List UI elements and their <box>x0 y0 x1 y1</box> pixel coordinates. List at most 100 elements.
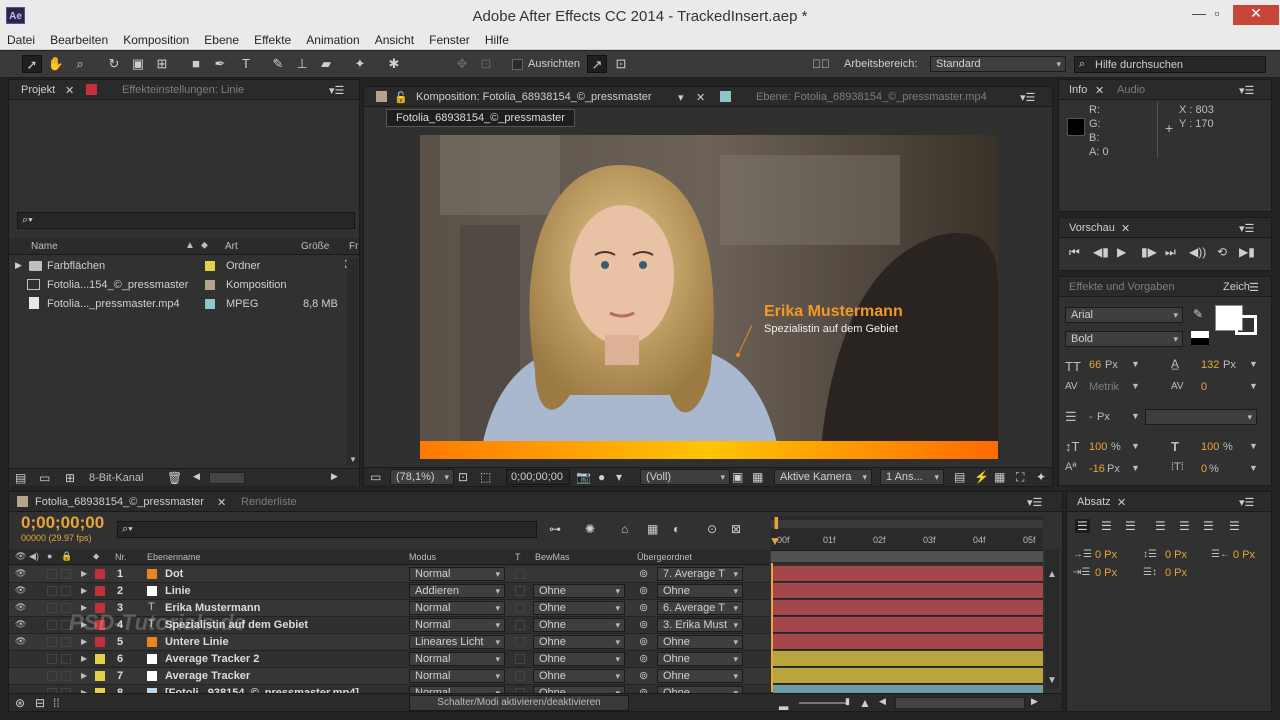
chevron-down-icon[interactable]: ▼ <box>1249 381 1258 391</box>
column-t[interactable]: T <box>515 552 521 562</box>
hand-tool-icon[interactable]: ✋ <box>46 55 66 73</box>
close-icon[interactable]: ✕ <box>1121 222 1130 235</box>
expand-arrow-icon[interactable]: ▶ <box>81 586 87 595</box>
solo-checkbox[interactable] <box>47 569 57 579</box>
region-of-interest-icon[interactable]: ▣ <box>732 470 743 484</box>
tsume-value[interactable]: 0 <box>1201 463 1207 475</box>
interpret-footage-icon[interactable]: ▤ <box>15 471 26 485</box>
layer-duration-bar[interactable] <box>773 634 1043 650</box>
expand-arrow-icon[interactable]: ▶ <box>81 654 87 663</box>
snap-bounds-icon[interactable]: ⊡ <box>611 55 631 73</box>
tab-project[interactable]: Projekt <box>21 84 55 96</box>
timeline-search-input[interactable]: ⌕▾ <box>117 521 537 538</box>
column-nr[interactable]: Nr. <box>115 552 127 562</box>
scroll-down-icon[interactable]: ▼ <box>349 455 357 464</box>
playhead-icon[interactable]: ▼ <box>769 534 781 548</box>
lock-icon[interactable]: 🔒 <box>61 551 72 562</box>
snap-icon[interactable]: ↗ <box>587 55 607 73</box>
transparency-grid-icon[interactable]: ▦ <box>752 470 763 484</box>
timeline-icon[interactable]: ▦ <box>994 470 1005 484</box>
panel-menu-icon[interactable]: ▾☰ <box>1020 91 1035 104</box>
justify-center-icon[interactable]: ☰ <box>1179 519 1190 533</box>
play-icon[interactable]: ▶ <box>1117 245 1126 259</box>
breadcrumb[interactable]: Fotolia_68938154_©_pressmaster <box>386 109 575 127</box>
blend-mode-dropdown[interactable]: Lineares Licht <box>409 635 505 649</box>
label-swatch[interactable] <box>95 637 105 647</box>
tab-info[interactable]: Info <box>1069 84 1087 96</box>
preserve-transparency-checkbox[interactable] <box>515 654 525 664</box>
layer-name[interactable]: Dot <box>165 568 183 580</box>
track-matte-dropdown[interactable]: Ohne <box>533 618 625 632</box>
tab-render-queue[interactable]: Renderliste <box>241 496 297 508</box>
tracking-value[interactable]: 0 <box>1201 381 1207 393</box>
pick-whip-icon[interactable]: ⊚ <box>639 567 648 580</box>
tab-character[interactable]: Zeich <box>1223 281 1250 293</box>
close-icon[interactable]: ✕ <box>65 84 74 97</box>
timeline-vertical-scrollbar[interactable]: ▲ ▼ <box>1045 549 1059 689</box>
tab-audio[interactable]: Audio <box>1117 84 1145 96</box>
always-preview-icon[interactable]: ▭ <box>370 470 381 484</box>
font-family-dropdown[interactable]: Arial <box>1065 307 1183 323</box>
tab-composition[interactable]: Komposition: Fotolia_68938154_©_pressmas… <box>416 91 652 103</box>
align-left-icon[interactable]: ☰ <box>1075 519 1090 533</box>
color-channel-icon[interactable]: ▾ <box>616 470 622 484</box>
parent-dropdown[interactable]: Ohne <box>657 635 743 649</box>
solo-checkbox[interactable] <box>47 586 57 596</box>
maximize-button[interactable]: ▫ <box>1202 5 1232 25</box>
loop-icon[interactable]: ⟲ <box>1217 245 1227 259</box>
chevron-down-icon[interactable]: ▼ <box>1249 441 1258 451</box>
pick-whip-icon[interactable]: ⊚ <box>639 601 648 614</box>
timeline-horizontal-scrollbar[interactable] <box>895 697 1025 709</box>
scroll-up-icon[interactable]: ▲ <box>1047 569 1057 580</box>
font-style-dropdown[interactable]: Bold <box>1065 331 1183 347</box>
column-mode[interactable]: Modus <box>409 552 436 562</box>
zoom-dropdown[interactable]: (78,1%) <box>390 469 454 485</box>
horizontal-scrollbar[interactable] <box>209 472 245 484</box>
frame-blending-icon[interactable]: ▦ <box>647 522 658 536</box>
ram-preview-icon[interactable]: ▶▮ <box>1239 245 1255 259</box>
solo-checkbox[interactable] <box>47 620 57 630</box>
expand-arrow-icon[interactable]: ▶ <box>15 260 22 271</box>
help-search-input[interactable]: ⌕ Hilfe durchsuchen <box>1074 56 1266 73</box>
chevron-down-icon[interactable]: ▼ <box>1249 359 1258 369</box>
resolution-dropdown[interactable]: (Voll) <box>640 469 730 485</box>
zoom-tool-icon[interactable]: ⌕ <box>70 55 90 73</box>
rectangle-tool-icon[interactable]: ■ <box>186 55 206 73</box>
visibility-icon[interactable]: 👁 <box>15 602 26 613</box>
fast-previews-icon[interactable]: ⚡ <box>974 470 989 484</box>
current-timecode[interactable]: 0;00;00;00 <box>21 513 104 533</box>
pick-whip-icon[interactable]: ⊚ <box>639 584 648 597</box>
stroke-width-value[interactable]: - <box>1089 411 1093 423</box>
column-name[interactable]: Name <box>31 241 58 252</box>
rotate-tool-icon[interactable]: ↻ <box>104 55 124 73</box>
table-row[interactable]: 👁 ▶ 5 Untere Linie Lineares Licht Ohne ⊚… <box>9 634 769 651</box>
chevron-down-icon[interactable]: ▾ <box>678 91 684 104</box>
audio-icon[interactable]: ◀)) <box>1189 245 1206 259</box>
lock-checkbox[interactable] <box>61 671 71 681</box>
layer-name[interactable]: Untere Linie <box>165 636 229 648</box>
solo-checkbox[interactable] <box>47 654 57 664</box>
preserve-transparency-checkbox[interactable] <box>515 586 525 596</box>
visibility-icon[interactable]: 👁 <box>15 619 26 630</box>
preserve-transparency-checkbox[interactable] <box>515 637 525 647</box>
last-frame-icon[interactable]: ⏭ <box>1165 245 1176 260</box>
first-frame-icon[interactable]: ⏮ <box>1069 245 1080 260</box>
track-matte-dropdown[interactable]: Ohne <box>533 669 625 683</box>
composition-viewer[interactable]: Erika Mustermann Spezialistin auf dem Ge… <box>420 135 998 459</box>
panel-menu-icon[interactable]: ▾☰ <box>1027 496 1042 509</box>
tag-icon[interactable]: ⬥ <box>93 551 99 562</box>
lock-checkbox[interactable] <box>61 654 71 664</box>
previous-frame-icon[interactable]: ◀▮ <box>1093 245 1109 259</box>
menu-datei[interactable]: Datei <box>0 32 40 47</box>
lock-checkbox[interactable] <box>61 586 71 596</box>
text-tool-icon[interactable]: T <box>236 55 256 73</box>
snapshot-icon[interactable]: 📷 <box>576 470 591 484</box>
layer-switches-icon[interactable]: ⊛ <box>15 696 25 710</box>
menu-komposition[interactable]: Komposition <box>116 32 194 47</box>
zoom-in-icon[interactable]: ▲ <box>859 696 871 710</box>
space-after-value[interactable]: 0 Px <box>1165 567 1187 579</box>
blend-mode-dropdown[interactable]: Normal <box>409 618 505 632</box>
axis-icon[interactable]: ✥ <box>452 55 472 73</box>
layer-name[interactable]: Average Tracker <box>165 670 250 682</box>
close-button[interactable]: ✕ <box>1233 5 1279 25</box>
